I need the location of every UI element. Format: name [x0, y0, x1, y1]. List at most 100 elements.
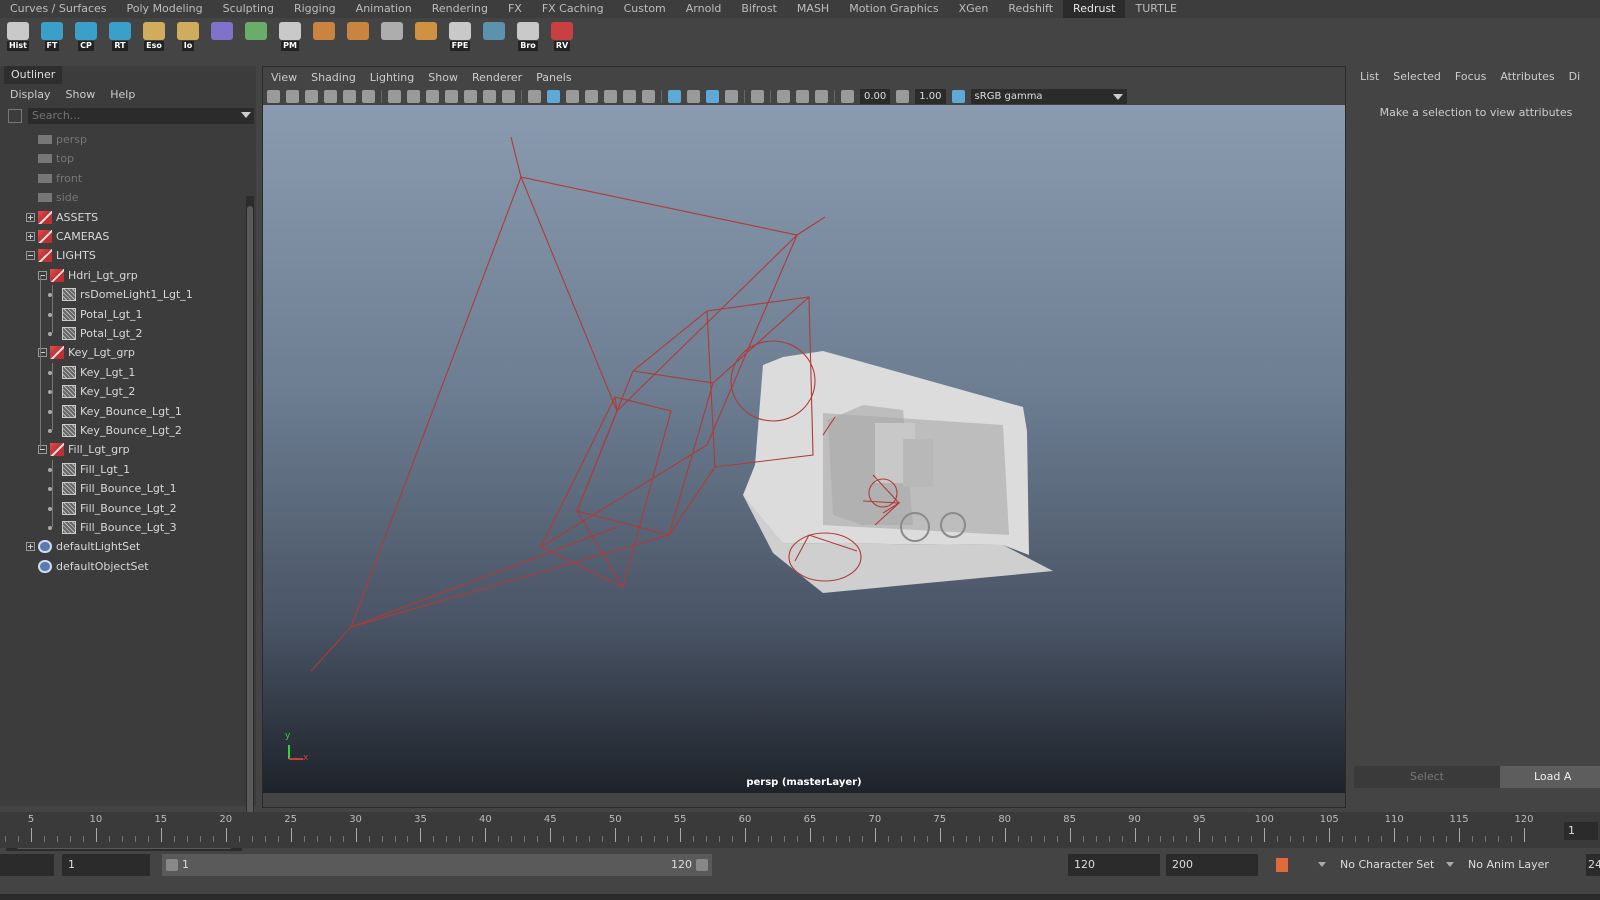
exposure-field[interactable]: 0.00: [860, 88, 891, 104]
image-plane-icon[interactable]: [324, 89, 337, 103]
command-line[interactable]: [0, 894, 1600, 900]
outliner-vertical-scrollbar[interactable]: [246, 196, 254, 836]
xray-active-icon[interactable]: [796, 89, 809, 103]
color-space-dropdown[interactable]: sRGB gamma: [970, 88, 1127, 104]
outliner-item-front[interactable]: front: [56, 169, 82, 188]
attr-menu-list[interactable]: List: [1360, 70, 1379, 83]
2d-pan-zoom-icon[interactable]: [343, 89, 356, 103]
range-slider[interactable]: 1 120: [162, 854, 712, 876]
viewport-menu-show[interactable]: Show: [428, 71, 458, 84]
outliner-item-key-lgt-grp[interactable]: Key_Lgt_grp: [68, 343, 135, 362]
outliner-search-input[interactable]: [28, 108, 254, 124]
shelf-button-ft[interactable]: FT: [36, 20, 68, 52]
shelf-tab-redrust[interactable]: Redrust: [1063, 0, 1126, 18]
field-chart-icon[interactable]: [464, 89, 477, 103]
shelf-button-11[interactable]: [376, 20, 408, 52]
expand-icon[interactable]: [26, 542, 35, 552]
range-start-handle[interactable]: [166, 859, 178, 871]
select-camera-icon[interactable]: [267, 89, 280, 103]
textured-icon[interactable]: [604, 89, 617, 103]
default-material-icon[interactable]: [566, 89, 579, 103]
grease-pencil-icon[interactable]: [362, 89, 375, 103]
shelf-button-hist[interactable]: Hist: [2, 20, 34, 52]
outliner-item-fill-lgt-1[interactable]: Fill_Lgt_1: [80, 460, 130, 479]
shelf-button-rt[interactable]: RT: [104, 20, 136, 52]
outliner-item-key-lgt-2[interactable]: Key_Lgt_2: [80, 382, 135, 401]
range-end-handle[interactable]: [696, 859, 708, 871]
wireframe-on-shaded-icon[interactable]: [585, 89, 598, 103]
shelf-tab-turtle[interactable]: TURTLE: [1125, 0, 1186, 18]
shelf-tab-redshift[interactable]: Redshift: [998, 0, 1063, 18]
shelf-button-bro[interactable]: Bro: [512, 20, 544, 52]
shelf-tab-arnold[interactable]: Arnold: [676, 0, 732, 18]
shelf-button-rv[interactable]: RV: [546, 20, 578, 52]
viewport-canvas[interactable]: y x: [263, 105, 1345, 793]
outliner-item-top[interactable]: top: [56, 149, 74, 168]
viewport-menu-panels[interactable]: Panels: [536, 71, 571, 84]
collapse-icon[interactable]: [26, 251, 35, 261]
shelf-button-9[interactable]: [308, 20, 340, 52]
outliner-item-potal-lgt-1[interactable]: Potal_Lgt_1: [80, 305, 143, 324]
shelf-tab-rigging[interactable]: Rigging: [284, 0, 346, 18]
depth-of-field-icon[interactable]: [725, 89, 738, 103]
shelf-tab-rendering[interactable]: Rendering: [422, 0, 498, 18]
grid-icon[interactable]: [388, 89, 401, 103]
shelf-tab-curves-surfaces[interactable]: Curves / Surfaces: [0, 0, 117, 18]
outliner-item-fill-lgt-grp[interactable]: Fill_Lgt_grp: [68, 440, 130, 459]
time-slider[interactable]: 1 5 10 15 20 25 30 35 40 45 50 55 60 65 70 75 80 85 90 95 1…: [0, 812, 1600, 848]
shelf-tab-xgen[interactable]: XGen: [949, 0, 999, 18]
shelf-button-7[interactable]: [240, 20, 272, 52]
auto-key-icon[interactable]: [1276, 858, 1288, 872]
outliner-menu-show[interactable]: Show: [66, 88, 96, 101]
outliner-item-side[interactable]: side: [56, 188, 79, 207]
outliner-item-hdri-lgt-grp[interactable]: Hdri_Lgt_grp: [68, 266, 138, 285]
outliner-item-key-lgt-1[interactable]: Key_Lgt_1: [80, 363, 135, 382]
outliner-item-persp[interactable]: persp: [56, 130, 87, 149]
camera-attributes-icon[interactable]: [286, 89, 299, 103]
outliner-filter-icon[interactable]: [8, 109, 22, 123]
shelf-button-fpe[interactable]: FPE: [444, 20, 476, 52]
safe-action-icon[interactable]: [483, 89, 496, 103]
shelf-tab-sculpting[interactable]: Sculpting: [213, 0, 284, 18]
outliner-item-lights[interactable]: LIGHTS: [56, 246, 96, 265]
wireframe-icon[interactable]: [528, 89, 541, 103]
expand-icon[interactable]: [26, 212, 35, 222]
shelf-button-6[interactable]: [206, 20, 238, 52]
safe-title-icon[interactable]: [502, 89, 515, 103]
shelf-tab-custom[interactable]: Custom: [614, 0, 676, 18]
ambient-occlusion-icon[interactable]: [668, 89, 681, 103]
anim-layer-field[interactable]: No Anim Layer: [1462, 854, 1558, 876]
shelf-button-pm[interactable]: PM: [274, 20, 306, 52]
scene-start-field[interactable]: [0, 854, 54, 876]
outliner-item-potal-lgt-2[interactable]: Potal_Lgt_2: [80, 324, 143, 343]
shelf-button-io[interactable]: Io: [172, 20, 204, 52]
character-set-field[interactable]: No Character Set: [1334, 854, 1442, 876]
gamma-field[interactable]: 1.00: [915, 88, 946, 104]
shadows-icon[interactable]: [642, 89, 655, 103]
shelf-button-cp[interactable]: CP: [70, 20, 102, 52]
outliner-menu-help[interactable]: Help: [110, 88, 135, 101]
color-management-icon[interactable]: [951, 89, 965, 103]
select-button[interactable]: Select: [1354, 766, 1500, 788]
outliner-item-defaultlightset[interactable]: defaultLightSet: [56, 537, 140, 556]
xray-icon[interactable]: [777, 89, 790, 103]
shelf-tab-animation[interactable]: Animation: [346, 0, 422, 18]
shelf-button-10[interactable]: [342, 20, 374, 52]
attr-menu-attributes[interactable]: Attributes: [1500, 70, 1554, 83]
viewport-menu-view[interactable]: View: [271, 71, 297, 84]
shelf-tab-poly-modeling[interactable]: Poly Modeling: [117, 0, 213, 18]
resolution-gate-icon[interactable]: [426, 89, 439, 103]
outliner-item-fill-bounce-lgt-1[interactable]: Fill_Bounce_Lgt_1: [80, 479, 177, 498]
outliner-item-key-bounce-lgt-1[interactable]: Key_Bounce_Lgt_1: [80, 402, 182, 421]
outliner-item-fill-bounce-lgt-3[interactable]: Fill_Bounce_Lgt_3: [80, 518, 177, 537]
motion-blur-icon[interactable]: [687, 89, 700, 103]
fps-field[interactable]: 24: [1586, 854, 1600, 876]
viewport-menu-lighting[interactable]: Lighting: [370, 71, 414, 84]
expand-icon[interactable]: [26, 232, 35, 241]
outliner-item-key-bounce-lgt-2[interactable]: Key_Bounce_Lgt_2: [80, 421, 182, 440]
film-gate-icon[interactable]: [407, 89, 420, 103]
outliner-item-defaultobjectset[interactable]: defaultObjectSet: [56, 557, 149, 576]
current-frame-field[interactable]: 1: [1564, 822, 1598, 840]
outliner-menu-display[interactable]: Display: [10, 88, 51, 101]
use-all-lights-icon[interactable]: [623, 89, 636, 103]
